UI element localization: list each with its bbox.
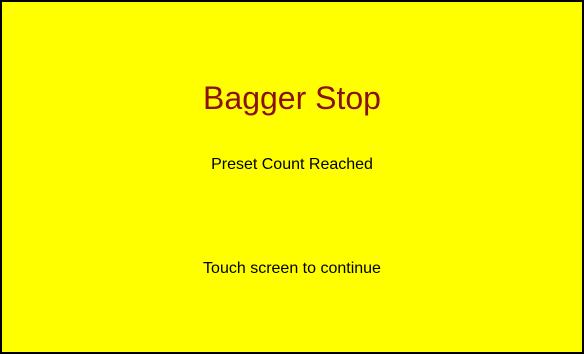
bagger-stop-screen[interactable]: Bagger Stop Preset Count Reached Touch s…	[0, 0, 584, 354]
alert-title: Bagger Stop	[203, 80, 381, 116]
alert-message: Preset Count Reached	[211, 156, 373, 173]
continue-prompt: Touch screen to continue	[203, 260, 381, 277]
